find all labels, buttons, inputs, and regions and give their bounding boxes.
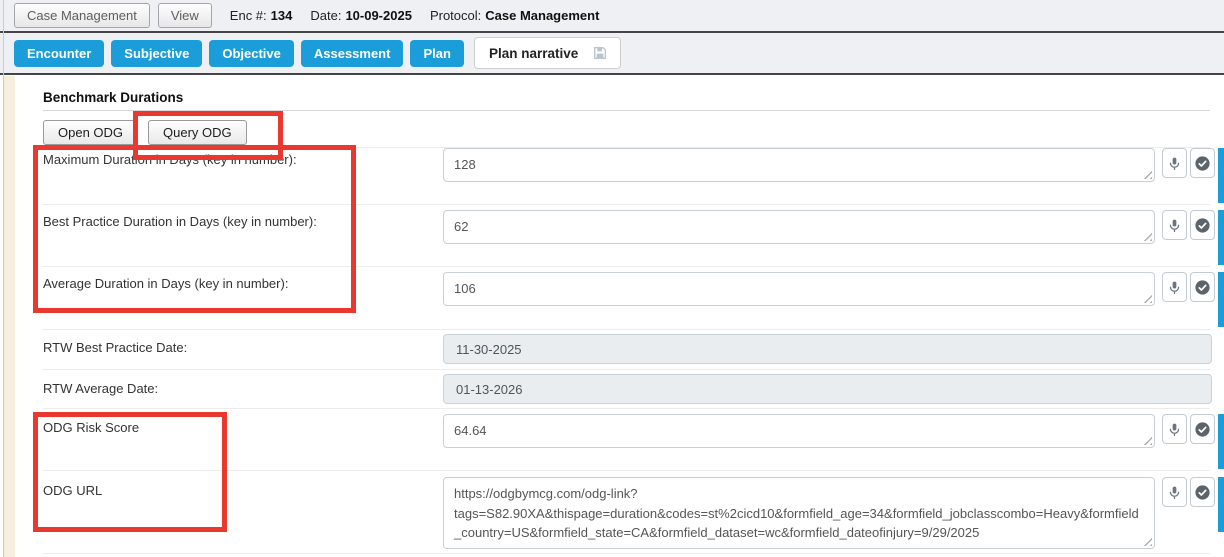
left-gutter-strip [4,76,15,557]
encounter-number-value: 134 [271,8,293,23]
row-divider [43,329,1210,330]
field-label-best-practice-duration: Best Practice Duration in Days (key in n… [43,214,317,229]
tab-objective[interactable]: Objective [209,40,294,67]
row-divider [43,470,1210,471]
tab-plan[interactable]: Plan [410,40,463,67]
field-label-odg-url: ODG URL [43,483,102,498]
microphone-button[interactable] [1162,210,1187,240]
tab-subjective[interactable]: Subjective [111,40,202,67]
encounter-date-value: 10-09-2025 [345,8,412,23]
open-odg-button[interactable]: Open ODG [43,120,138,145]
row-divider [43,553,1210,554]
field-label-average-duration: Average Duration in Days (key in number)… [43,276,288,291]
protocol-label: Protocol: [430,8,481,23]
field-status-strip [1218,210,1224,265]
floppy-disk-icon[interactable] [592,45,608,61]
check-circle-button[interactable] [1190,414,1215,444]
field-status-strip [1218,272,1224,327]
field-label-rtw-best-practice-date: RTW Best Practice Date: [43,340,187,355]
rtw-average-date-input [443,374,1212,404]
encounter-date-label: Date: [310,8,341,23]
microphone-button[interactable] [1162,477,1187,507]
protocol: Protocol: Case Management [430,8,599,23]
encounter-number-label: Enc #: [230,8,267,23]
microphone-button[interactable] [1162,148,1187,178]
encounter-date: Date: 10-09-2025 [310,8,412,23]
field-label-rtw-average-date: RTW Average Date: [43,381,158,396]
row-divider [43,266,1210,267]
app-window: Case Management View Enc #: 134 Date: 10-0… [0,0,1224,557]
tab-encounter[interactable]: Encounter [14,40,104,67]
tab-assessment[interactable]: Assessment [301,40,404,67]
field-status-strip [1218,414,1224,469]
section-divider [43,110,1210,111]
microphone-button[interactable] [1162,272,1187,302]
check-circle-button[interactable] [1190,148,1215,178]
case-management-button[interactable]: Case Management [14,3,150,28]
field-status-strip [1218,148,1224,203]
row-divider [43,204,1210,205]
field-label-max-duration: Maximum Duration in Days (key in number)… [43,152,297,167]
plan-narrative-box[interactable]: Plan narrative [474,37,621,69]
field-status-strip [1218,477,1224,532]
check-circle-button[interactable] [1190,272,1215,302]
soap-tab-bar: Encounter Subjective Objective Assessmen… [0,33,1224,75]
check-circle-button[interactable] [1190,210,1215,240]
odg-risk-score-input[interactable]: 64.64 [443,414,1155,448]
encounter-number: Enc #: 134 [230,8,293,23]
row-divider [43,408,1210,409]
view-button[interactable]: View [158,3,212,28]
plan-narrative-label: Plan narrative [489,46,578,61]
encounter-header-bar: Case Management View Enc #: 134 Date: 10-0… [0,0,1224,33]
rtw-best-practice-date-input [443,334,1212,364]
average-duration-input[interactable]: 106 [443,272,1155,306]
odg-url-input[interactable]: https://odgbymcg.com/odg-link?tags=S82.9… [443,477,1155,549]
section-title: Benchmark Durations [43,90,183,105]
check-circle-button[interactable] [1190,477,1215,507]
query-odg-button[interactable]: Query ODG [148,120,247,145]
row-divider [43,369,1210,370]
microphone-button[interactable] [1162,414,1187,444]
max-duration-input[interactable]: 128 [443,148,1155,182]
best-practice-duration-input[interactable]: 62 [443,210,1155,244]
protocol-value: Case Management [485,8,599,23]
field-label-odg-risk-score: ODG Risk Score [43,420,139,435]
